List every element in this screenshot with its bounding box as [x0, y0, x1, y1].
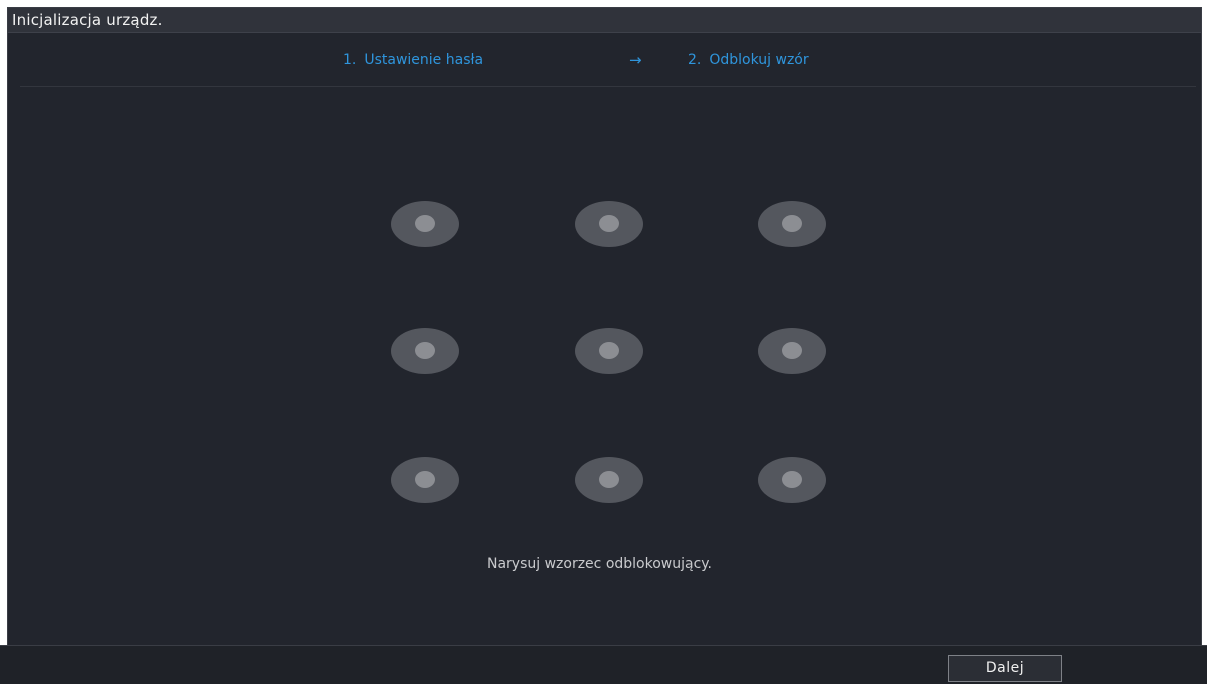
- pattern-dot-2[interactable]: [575, 201, 643, 247]
- unlock-pattern-grid: [8, 8, 1201, 680]
- pattern-dot-8[interactable]: [575, 457, 643, 503]
- dot-center: [782, 342, 802, 359]
- pattern-dot-5[interactable]: [575, 328, 643, 374]
- next-button[interactable]: Dalej: [948, 655, 1062, 682]
- dot-center: [782, 215, 802, 232]
- dot-center: [415, 342, 435, 359]
- dot-center: [599, 471, 619, 488]
- dot-center: [782, 471, 802, 488]
- pattern-dot-1[interactable]: [391, 201, 459, 247]
- pattern-hint: Narysuj wzorzec odblokowujący.: [486, 556, 713, 572]
- pattern-dot-9[interactable]: [758, 457, 826, 503]
- device-init-window: Inicjalizacja urządz. 1. Ustawienie hasła…: [7, 7, 1202, 681]
- dot-center: [415, 471, 435, 488]
- pattern-dot-6[interactable]: [758, 328, 826, 374]
- pattern-dot-4[interactable]: [391, 328, 459, 374]
- dot-center: [415, 215, 435, 232]
- dot-center: [599, 342, 619, 359]
- pattern-dot-7[interactable]: [391, 457, 459, 503]
- dot-center: [599, 215, 619, 232]
- pattern-dot-3[interactable]: [758, 201, 826, 247]
